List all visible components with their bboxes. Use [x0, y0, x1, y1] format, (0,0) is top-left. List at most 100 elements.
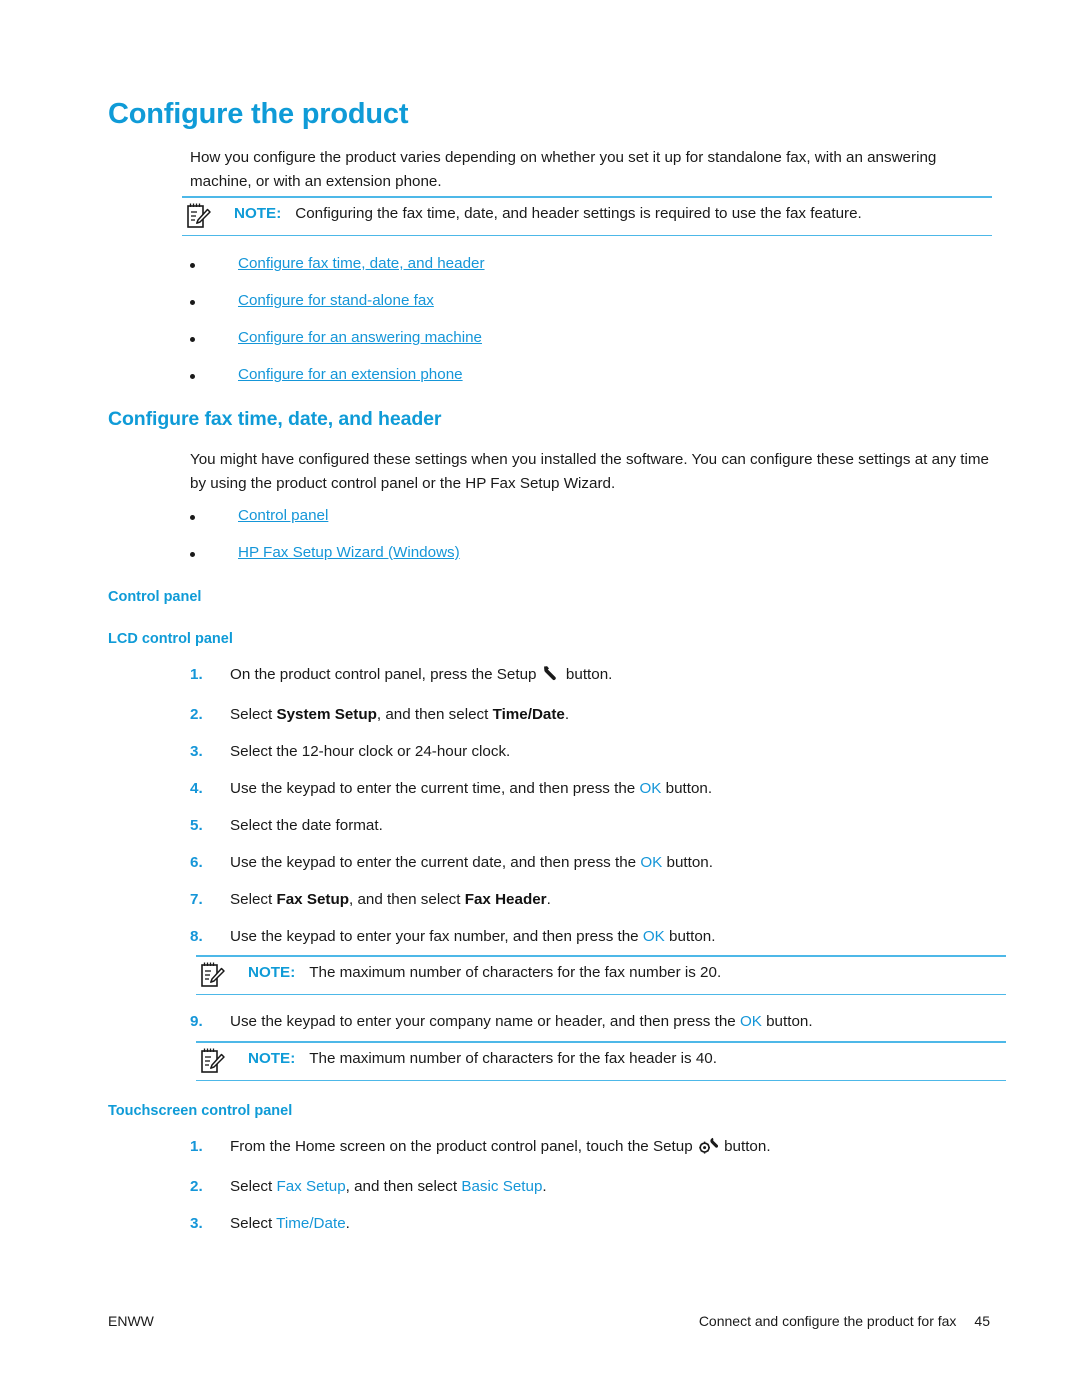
note-content: NOTE: The maximum number of characters fo… [196, 957, 1006, 994]
step-text: Select Fax Setup, and then select Basic … [230, 1178, 547, 1195]
lcd-step: 8. Use the keypad to enter your fax numbe… [190, 926, 980, 948]
bullet-icon [190, 337, 195, 342]
lcd-step: 7. Select Fax Setup, and then select Fax … [190, 889, 980, 911]
ui-term[interactable]: Fax Setup [276, 1178, 345, 1195]
list-item: HP Fax Setup Wizard (Windows) [190, 544, 460, 581]
link-configure-extension-phone[interactable]: Configure for an extension phone [238, 366, 463, 383]
step-number: 4. [190, 780, 203, 797]
lcd-step: 9. Use the keypad to enter your company n… [190, 1011, 980, 1033]
step-text: Select Fax Setup, and then select Fax He… [230, 891, 551, 908]
link-configure-fax-time[interactable]: Configure fax time, date, and header [238, 255, 485, 272]
ui-term[interactable]: Basic Setup [461, 1178, 542, 1195]
note-bottom-rule [196, 993, 1006, 996]
note-pencil-icon [200, 961, 226, 989]
emphasis-text: Fax Setup [276, 891, 350, 908]
lcd-step: 5. Select the date format. [190, 815, 980, 837]
lcd-control-panel-steps: 1. On the product control panel, press th… [190, 664, 980, 963]
note-label: NOTE: [234, 204, 282, 222]
wrench-icon [543, 665, 560, 689]
note-label: NOTE: [248, 963, 296, 981]
emphasis-text: Fax Header [464, 891, 547, 908]
note-box-fax-feature: NOTE: Configuring the fax time, date, and… [182, 196, 992, 237]
step-number: 6. [190, 854, 203, 871]
bullet-icon [190, 263, 195, 268]
gear-wrench-icon [699, 1137, 718, 1161]
lcd-step: 2. Select System Setup, and then select T… [190, 704, 980, 726]
ui-term[interactable]: Time/Date [276, 1215, 346, 1232]
link-control-panel[interactable]: Control panel [238, 507, 328, 524]
list-item: Control panel [190, 507, 460, 544]
list-item: Configure for an answering machine [190, 329, 485, 366]
ui-term[interactable]: OK [639, 780, 661, 797]
list-item: Configure fax time, date, and header [190, 255, 485, 292]
step-number: 1. [190, 666, 203, 683]
lcd-step: 1. On the product control panel, press th… [190, 664, 980, 689]
note-text: The maximum number of characters for the… [309, 1049, 717, 1067]
ui-term[interactable]: OK [740, 1013, 762, 1030]
ui-term[interactable]: OK [640, 854, 662, 871]
section-link-list: Control panel HP Fax Setup Wizard (Windo… [190, 507, 460, 581]
bullet-icon [190, 300, 195, 305]
step-text: Select the 12-hour clock or 24-hour cloc… [230, 743, 511, 760]
emphasis-text: Time/Date [492, 706, 565, 723]
note-bottom-rule [196, 1079, 1006, 1082]
footer-chapter-title: Connect and configure the product for fa… [698, 1313, 957, 1329]
note-box-fax-header: NOTE: The maximum number of characters fo… [196, 1041, 1006, 1082]
touchscreen-step: 3. Select Time/Date. [190, 1213, 980, 1235]
list-item: Configure for stand-alone fax [190, 292, 485, 329]
step-text: Select System Setup, and then select Tim… [230, 706, 570, 723]
step-text: Select the date format. [230, 817, 383, 834]
document-page: Configure the product How you configure … [0, 0, 1080, 1397]
note-text: The maximum number of characters for the… [309, 963, 722, 981]
subsection-heading-touchscreen-control-panel: Touchscreen control panel [108, 1103, 293, 1119]
step-text: From the Home screen on the product cont… [230, 1137, 771, 1155]
bullet-icon [190, 374, 195, 379]
step-number: 5. [190, 817, 203, 834]
link-configure-stand-alone-fax[interactable]: Configure for stand-alone fax [238, 292, 434, 309]
note-box-fax-number: NOTE: The maximum number of characters fo… [196, 955, 1006, 996]
link-configure-answering-machine[interactable]: Configure for an answering machine [238, 329, 482, 346]
ui-term[interactable]: OK [643, 928, 665, 945]
step-number: 3. [190, 1215, 203, 1232]
step-text: Use the keypad to enter your company nam… [230, 1013, 813, 1030]
step-text: Use the keypad to enter the current time… [230, 780, 713, 797]
lcd-step: 4. Use the keypad to enter the current ti… [190, 778, 980, 800]
note-text: Configuring the fax time, date, and head… [295, 204, 862, 222]
bullet-icon [190, 552, 195, 557]
lcd-step: 3. Select the 12-hour clock or 24-hour cl… [190, 741, 980, 763]
note-content: NOTE: The maximum number of characters fo… [196, 1043, 1006, 1080]
step-number: 9. [190, 1013, 203, 1030]
touchscreen-step: 2. Select Fax Setup, and then select Basi… [190, 1176, 980, 1198]
note-pencil-icon [200, 1047, 226, 1075]
step-number: 7. [190, 891, 203, 908]
bullet-icon [190, 515, 195, 520]
touchscreen-control-panel-steps: 1. From the Home screen on the product co… [190, 1136, 980, 1250]
step-text: Use the keypad to enter the current date… [230, 854, 713, 871]
footer-page-number: 45 [974, 1313, 990, 1329]
top-link-list: Configure fax time, date, and header Con… [190, 255, 485, 403]
note-content: NOTE: Configuring the fax time, date, and… [182, 198, 992, 235]
note-bottom-rule [182, 234, 992, 237]
step-number: 2. [190, 1178, 203, 1195]
step-number: 8. [190, 928, 203, 945]
step-text: Select Time/Date. [230, 1215, 350, 1232]
step-number: 2. [190, 706, 203, 723]
step-text: On the product control panel, press the … [230, 666, 612, 683]
subsection-heading-lcd-control-panel: LCD control panel [108, 631, 233, 647]
lcd-step: 6. Use the keypad to enter the current da… [190, 852, 980, 874]
subsection-heading-control-panel: Control panel [108, 589, 202, 605]
intro-paragraph: How you configure the product varies dep… [190, 149, 937, 190]
note-pencil-icon [186, 202, 212, 230]
footer-chapter: Connect and configure the product for fa… [699, 1313, 990, 1329]
note-label: NOTE: [248, 1049, 296, 1067]
emphasis-text: System Setup [276, 706, 377, 723]
step-number: 1. [190, 1138, 203, 1155]
link-hp-fax-setup-wizard[interactable]: HP Fax Setup Wizard (Windows) [238, 544, 460, 561]
list-item: Configure for an extension phone [190, 366, 485, 403]
section-heading-fax-time: Configure fax time, date, and header [108, 408, 442, 430]
step-number: 3. [190, 743, 203, 760]
page-title: Configure the product [108, 98, 409, 130]
step-text: Use the keypad to enter your fax number,… [230, 928, 716, 945]
section-paragraph-fax-time: You might have configured these settings… [190, 451, 989, 492]
touchscreen-step: 1. From the Home screen on the product co… [190, 1136, 980, 1161]
